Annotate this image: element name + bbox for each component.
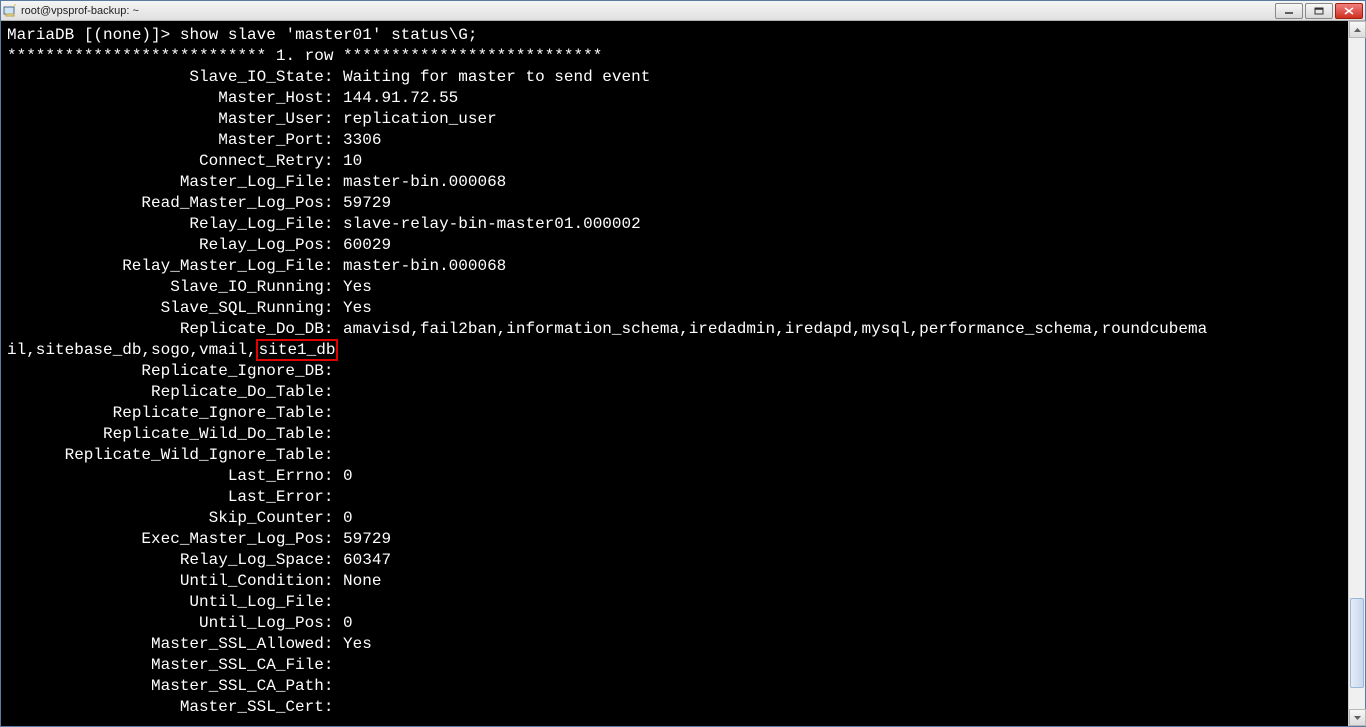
prompt-label: MariaDB [(none)]> bbox=[7, 26, 170, 44]
scroll-down-button[interactable] bbox=[1349, 709, 1366, 726]
terminal-output[interactable]: MariaDB [(none)]> show slave 'master01' … bbox=[1, 21, 1365, 726]
titlebar[interactable]: root@vpsprof-backup: ~ bbox=[1, 1, 1365, 21]
row-separator: *************************** 1. row *****… bbox=[7, 47, 602, 65]
kv-until-log-file: Until_Log_File: bbox=[7, 592, 1359, 613]
kv-master-port: Master_Port: 3306 bbox=[7, 130, 1359, 151]
kv-connect-retry: Connect_Retry: 10 bbox=[7, 151, 1359, 172]
scrollbar-thumb[interactable] bbox=[1350, 598, 1364, 688]
kv-master-log-file: Master_Log_File: master-bin.000068 bbox=[7, 172, 1359, 193]
kv-replicate-do-db: Replicate_Do_DB: amavisd,fail2ban,inform… bbox=[7, 319, 1359, 340]
maximize-button[interactable] bbox=[1305, 3, 1333, 19]
kv-slave-io-state: Slave_IO_State: Waiting for master to se… bbox=[7, 67, 1359, 88]
kv-relay-log-space: Relay_Log_Space: 60347 bbox=[7, 550, 1359, 571]
kv-read-master-log-pos: Read_Master_Log_Pos: 59729 bbox=[7, 193, 1359, 214]
kv-last-errno: Last_Errno: 0 bbox=[7, 466, 1359, 487]
window-title: root@vpsprof-backup: ~ bbox=[21, 5, 1275, 17]
kv-replicate-wild-do-table: Replicate_Wild_Do_Table: bbox=[7, 424, 1359, 445]
kv-last-error: Last_Error: bbox=[7, 487, 1359, 508]
kv-replicate-ignore-table: Replicate_Ignore_Table: bbox=[7, 403, 1359, 424]
command-text: show slave 'master01' status\G; bbox=[180, 26, 478, 44]
kv-until-log-pos: Until_Log_Pos: 0 bbox=[7, 613, 1359, 634]
kv-master-ssl-cert: Master_SSL_Cert: bbox=[7, 697, 1359, 718]
kv-master-ssl-ca-path: Master_SSL_CA_Path: bbox=[7, 676, 1359, 697]
window-controls bbox=[1275, 3, 1363, 19]
putty-icon bbox=[3, 4, 17, 18]
kv-master-ssl-allowed: Master_SSL_Allowed: Yes bbox=[7, 634, 1359, 655]
kv-replicate-wild-ignore-table: Replicate_Wild_Ignore_Table: bbox=[7, 445, 1359, 466]
highlighted-db: site1_db bbox=[256, 339, 339, 361]
kv-skip-counter: Skip_Counter: 0 bbox=[7, 508, 1359, 529]
kv-relay-master-log-file: Relay_Master_Log_File: master-bin.000068 bbox=[7, 256, 1359, 277]
scrollbar-track[interactable] bbox=[1349, 38, 1365, 709]
kv-relay-log-file: Relay_Log_File: slave-relay-bin-master01… bbox=[7, 214, 1359, 235]
kv-master-user: Master_User: replication_user bbox=[7, 109, 1359, 130]
kv-replicate-do-table: Replicate_Do_Table: bbox=[7, 382, 1359, 403]
minimize-button[interactable] bbox=[1275, 3, 1303, 19]
scroll-up-button[interactable] bbox=[1349, 21, 1366, 38]
kv-slave-sql-running: Slave_SQL_Running: Yes bbox=[7, 298, 1359, 319]
vertical-scrollbar[interactable] bbox=[1348, 21, 1365, 726]
terminal-window: root@vpsprof-backup: ~ MariaDB [(none)]>… bbox=[0, 0, 1366, 727]
kv-relay-log-pos: Relay_Log_Pos: 60029 bbox=[7, 235, 1359, 256]
kv-replicate-do-db-wrap: il,sitebase_db,sogo,vmail,site1_db bbox=[7, 340, 1359, 361]
kv-until-condition: Until_Condition: None bbox=[7, 571, 1359, 592]
kv-master-host: Master_Host: 144.91.72.55 bbox=[7, 88, 1359, 109]
close-button[interactable] bbox=[1335, 3, 1363, 19]
kv-master-ssl-ca-file: Master_SSL_CA_File: bbox=[7, 655, 1359, 676]
kv-exec-master-log-pos: Exec_Master_Log_Pos: 59729 bbox=[7, 529, 1359, 550]
kv-slave-io-running: Slave_IO_Running: Yes bbox=[7, 277, 1359, 298]
kv-replicate-ignore-db: Replicate_Ignore_DB: bbox=[7, 361, 1359, 382]
